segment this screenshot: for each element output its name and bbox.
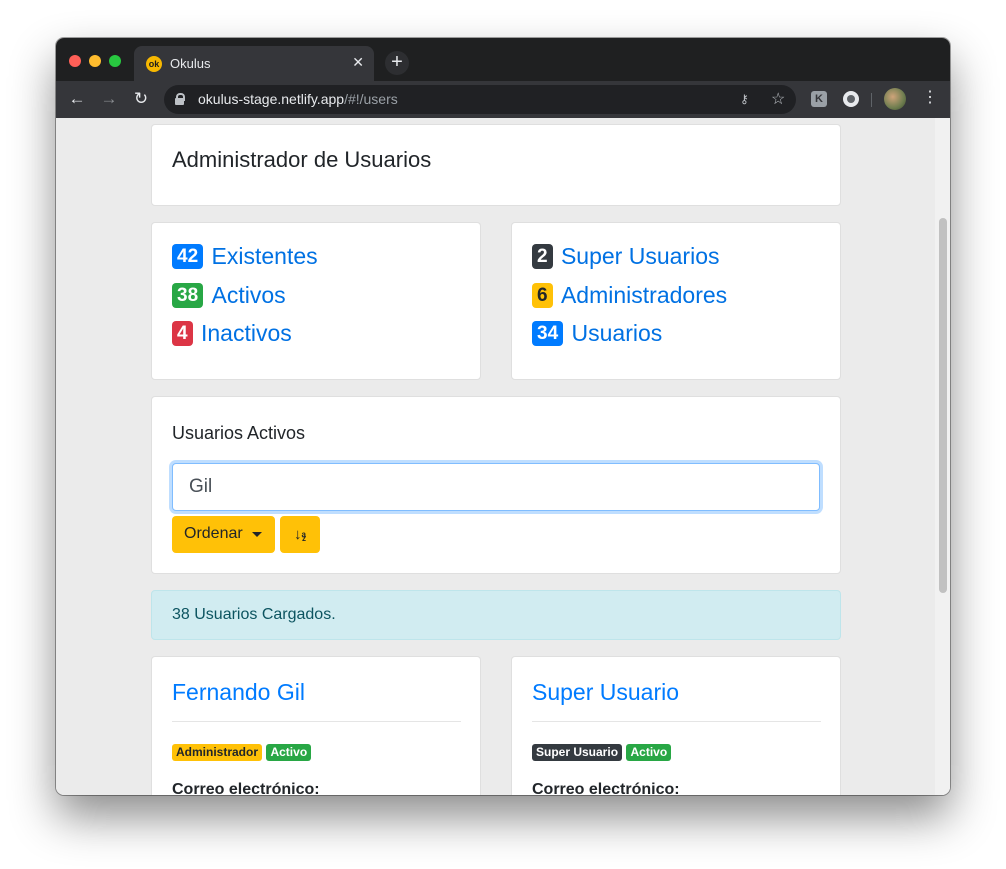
- stat-link[interactable]: Existentes: [212, 243, 318, 269]
- user-stats-card: 42 Existentes 38 Activos 4 Inactivos: [151, 222, 481, 380]
- tab-title: Okulus: [170, 56, 211, 71]
- count-badge: 4: [172, 321, 193, 346]
- role-stats-card: 2 Super Usuarios 6 Administradores 34 Us…: [511, 222, 841, 380]
- email-label: Correo electrónico:: [172, 781, 320, 795]
- scrollbar-track[interactable]: [935, 118, 950, 795]
- close-window-button[interactable]: [69, 55, 81, 67]
- divider: [532, 721, 821, 722]
- stat-super-usuarios[interactable]: 2 Super Usuarios: [532, 243, 720, 270]
- stat-activos[interactable]: 38 Activos: [172, 282, 286, 309]
- loaded-alert: 38 Usuarios Cargados.: [151, 590, 841, 640]
- stat-link[interactable]: Activos: [212, 282, 286, 308]
- extension-k-icon[interactable]: K: [811, 91, 827, 107]
- user-badges: Administrador Activo: [172, 743, 312, 761]
- user-card: Super Usuario Super Usuario Activo Corre…: [511, 656, 841, 795]
- extension-circle-icon[interactable]: [843, 91, 859, 107]
- menu-kebab-icon[interactable]: ⋮: [922, 90, 938, 106]
- status-badge: Activo: [626, 744, 672, 761]
- browser-tab[interactable]: ok Okulus ✕: [134, 46, 374, 81]
- search-input[interactable]: [172, 463, 820, 511]
- address-bar[interactable]: okulus-stage.netlify.app/#!/users ⚷ ☆: [164, 85, 796, 114]
- user-card: Fernando Gil Administrador Activo Correo…: [151, 656, 481, 795]
- stat-inactivos[interactable]: 4 Inactivos: [172, 320, 292, 347]
- stat-usuarios[interactable]: 34 Usuarios: [532, 320, 662, 347]
- count-badge: 2: [532, 244, 553, 269]
- key-icon[interactable]: ⚷: [740, 92, 749, 106]
- favicon-icon: ok: [146, 56, 162, 72]
- stat-link[interactable]: Usuarios: [572, 320, 663, 346]
- close-tab-icon[interactable]: ✕: [352, 54, 364, 71]
- count-badge: 34: [532, 321, 564, 346]
- alert-text: 38 Usuarios Cargados.: [172, 606, 336, 623]
- page-viewport: Administrador de Usuarios 42 Existentes …: [56, 118, 950, 795]
- reload-icon[interactable]: ↻: [132, 90, 150, 108]
- browser-toolbar: ← → ↻ okulus-stage.netlify.app/#!/users …: [56, 81, 950, 118]
- bookmark-star-icon[interactable]: ☆: [771, 89, 785, 109]
- search-heading: Usuarios Activos: [172, 423, 306, 443]
- title-card: Administrador de Usuarios: [151, 124, 841, 206]
- url-host: okulus-stage.netlify.app: [198, 91, 345, 107]
- search-card: Usuarios Activos Ordenar ↓az: [151, 396, 841, 574]
- stat-link[interactable]: Administradores: [561, 282, 727, 308]
- scrollbar-thumb[interactable]: [939, 218, 947, 593]
- back-icon[interactable]: ←: [68, 90, 86, 108]
- status-badge: Activo: [266, 744, 312, 761]
- stat-link[interactable]: Inactivos: [201, 320, 292, 346]
- role-badge: Administrador: [172, 744, 263, 761]
- tab-bar: ok Okulus ✕ +: [56, 38, 950, 81]
- page-title: Administrador de Usuarios: [172, 147, 432, 172]
- user-name-link[interactable]: Fernando Gil: [172, 679, 305, 706]
- forward-icon[interactable]: →: [100, 90, 118, 108]
- count-badge: 6: [532, 283, 553, 308]
- sort-order-button[interactable]: ↓az: [280, 516, 320, 553]
- count-badge: 38: [172, 283, 204, 308]
- user-name-link[interactable]: Super Usuario: [532, 679, 679, 706]
- profile-avatar[interactable]: [884, 88, 906, 110]
- toolbar-divider: [871, 93, 872, 107]
- url-path: /#!/users: [344, 91, 398, 107]
- sort-dropdown-button[interactable]: Ordenar: [172, 516, 275, 553]
- stat-administradores[interactable]: 6 Administradores: [532, 282, 727, 309]
- sort-label: Ordenar: [184, 525, 243, 542]
- divider: [172, 721, 461, 722]
- maximize-window-button[interactable]: [109, 55, 121, 67]
- sort-alpha-icon: ↓az: [294, 526, 306, 543]
- stat-existentes[interactable]: 42 Existentes: [172, 243, 318, 270]
- new-tab-button[interactable]: +: [385, 51, 409, 75]
- lock-icon: [175, 93, 185, 105]
- count-badge: 42: [172, 244, 204, 269]
- caret-down-icon: [252, 532, 262, 537]
- user-badges: Super Usuario Activo: [532, 743, 672, 761]
- email-label: Correo electrónico:: [532, 781, 680, 795]
- browser-window: ok Okulus ✕ + ← → ↻ okulus-stage.netlify…: [56, 38, 950, 795]
- role-badge: Super Usuario: [532, 744, 623, 761]
- minimize-window-button[interactable]: [89, 55, 101, 67]
- url-text: okulus-stage.netlify.app/#!/users: [198, 91, 398, 107]
- stat-link[interactable]: Super Usuarios: [561, 243, 720, 269]
